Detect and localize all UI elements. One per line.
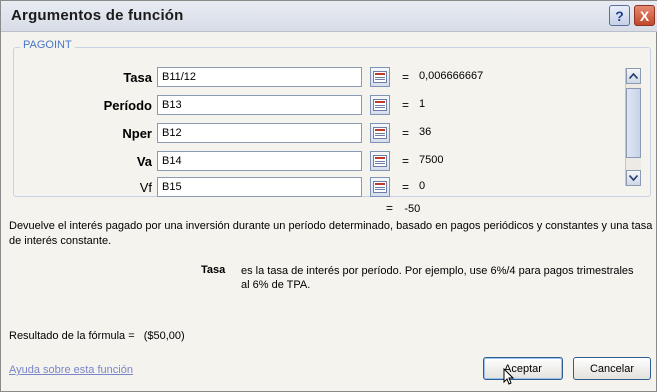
argument-label: Vf [139,180,152,195]
collapse-dialog-icon[interactable] [370,123,390,143]
ok-button[interactable]: Aceptar [483,357,563,380]
parameter-help-text: es la tasa de interés por período. Por e… [241,265,634,291]
argument-label: Período [103,98,152,113]
dialog-title: Argumentos de función [11,7,184,24]
argument-row-nper: Nper B12 = 36 [17,123,617,143]
collapse-dialog-icon[interactable] [370,177,390,197]
scroll-thumb[interactable] [626,88,641,158]
collapse-dialog-icon[interactable] [370,95,390,115]
equals-sign: = [402,98,410,112]
mouse-cursor-icon [503,367,515,390]
close-icon[interactable]: X [634,5,655,26]
argument-row-vf: Vf B15 = 0 [17,177,617,197]
cancel-button[interactable]: Cancelar [573,357,651,380]
equals-sign: = [402,180,410,194]
scroll-up-icon[interactable] [626,68,641,84]
parameter-help-name: Tasa [201,264,226,276]
argument-row-periodo: Período B13 = 1 [17,95,617,115]
function-arguments-dialog: Argumentos de función ? X PAGOINT Tasa B… [0,0,657,392]
function-name-label: PAGOINT [20,39,75,51]
equals-sign: = [402,70,410,84]
formula-result-value: ($50,00) [143,330,185,342]
argument-input-periodo[interactable]: B13 [157,95,362,115]
help-icon[interactable]: ? [609,5,630,26]
argument-result: 7500 [419,154,444,166]
argument-input-va[interactable]: B14 [157,151,362,171]
help-link[interactable]: Ayuda sobre esta función [9,364,133,376]
collapse-dialog-icon[interactable] [370,151,390,171]
argument-input-nper[interactable]: B12 [157,123,362,143]
argument-input-tasa[interactable]: B11/12 [157,67,362,87]
argument-label: Tasa [123,70,152,85]
argument-input-vf[interactable]: B15 [157,177,362,197]
argument-result: 36 [419,126,432,138]
scroll-down-icon[interactable] [626,170,641,186]
argument-result: 0 [419,180,426,192]
function-result-value: -50 [404,203,421,215]
equals-sign: = [386,201,394,215]
equals-sign: = [402,154,410,168]
title-bar[interactable]: Argumentos de función ? X [1,1,657,32]
equals-sign: = [402,126,410,140]
argument-row-tasa: Tasa B11/12 = 0,006666667 [17,67,617,87]
argument-row-va: Va B14 = 7500 [17,151,617,171]
collapse-dialog-icon[interactable] [370,67,390,87]
argument-result: 0,006666667 [419,70,484,82]
arguments-scrollbar[interactable] [625,68,641,186]
function-description: Devuelve el interés pagado por una inver… [9,220,653,247]
argument-label: Nper [122,126,152,141]
function-result: = -50 [386,201,420,215]
formula-result: Resultado de la fórmula = ($50,00) [9,330,185,342]
argument-result: 1 [419,98,426,110]
argument-label: Va [136,154,152,169]
formula-result-label: Resultado de la fórmula = [9,330,135,342]
